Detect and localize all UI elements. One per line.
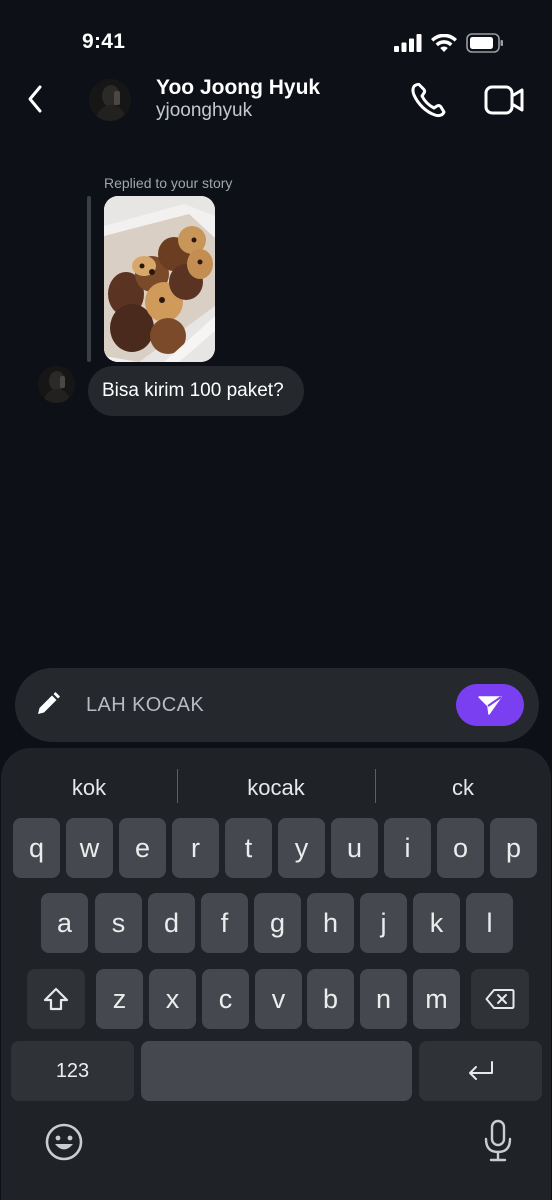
contact-username[interactable]: yjoonghyuk — [156, 100, 252, 122]
suggestion-divider — [375, 769, 376, 803]
message-input[interactable] — [86, 690, 436, 720]
key-s[interactable]: s — [95, 893, 142, 953]
backspace-key[interactable] — [471, 969, 529, 1029]
suggestion-1[interactable]: kok — [10, 772, 168, 804]
key-l[interactable]: l — [466, 893, 513, 953]
pencil-icon[interactable] — [34, 690, 62, 718]
key-r[interactable]: r — [172, 818, 219, 878]
key-h[interactable]: h — [307, 893, 354, 953]
backspace-icon — [485, 989, 515, 1009]
shift-icon — [43, 987, 69, 1011]
call-button[interactable] — [408, 80, 450, 120]
key-c[interactable]: c — [202, 969, 249, 1029]
emoji-icon — [45, 1123, 83, 1161]
space-key[interactable] — [141, 1041, 412, 1101]
signal-icon — [394, 34, 422, 52]
send-button[interactable] — [456, 684, 524, 726]
return-icon — [468, 1061, 493, 1080]
key-d[interactable]: d — [148, 893, 195, 953]
return-key[interactable] — [419, 1041, 542, 1101]
contact-name[interactable]: Yoo Joong Hyuk — [156, 76, 320, 100]
back-button[interactable] — [18, 82, 52, 116]
key-j[interactable]: j — [360, 893, 407, 953]
key-v[interactable]: v — [255, 969, 302, 1029]
key-m[interactable]: m — [413, 969, 460, 1029]
key-k[interactable]: k — [413, 893, 460, 953]
key-b[interactable]: b — [307, 969, 354, 1029]
key-z[interactable]: z — [96, 969, 143, 1029]
key-e[interactable]: e — [119, 818, 166, 878]
story-thumbnail[interactable] — [104, 196, 215, 362]
key-q[interactable]: q — [13, 818, 60, 878]
phone-icon — [411, 82, 446, 118]
message-bubble[interactable]: Bisa kirim 100 paket? — [88, 366, 304, 416]
microphone-icon — [484, 1119, 512, 1162]
sender-avatar[interactable] — [38, 366, 75, 403]
key-p[interactable]: p — [490, 818, 537, 878]
key-g[interactable]: g — [254, 893, 301, 953]
replied-to-story-label: Replied to your story — [104, 175, 233, 191]
key-w[interactable]: w — [66, 818, 113, 878]
key-a[interactable]: a — [41, 893, 88, 953]
suggestion-3[interactable]: ck — [384, 772, 542, 804]
key-t[interactable]: t — [225, 818, 272, 878]
key-o[interactable]: o — [437, 818, 484, 878]
video-call-button[interactable] — [482, 80, 526, 120]
key-i[interactable]: i — [384, 818, 431, 878]
status-icons — [394, 33, 504, 53]
emoji-button[interactable] — [44, 1122, 84, 1162]
wifi-icon — [431, 33, 457, 52]
reply-indicator-line — [87, 196, 91, 362]
numbers-key[interactable]: 123 — [11, 1041, 134, 1101]
microphone-button[interactable] — [480, 1118, 516, 1164]
status-time: 9:41 — [82, 30, 126, 53]
key-n[interactable]: n — [360, 969, 407, 1029]
suggestion-2[interactable]: kocak — [186, 772, 366, 804]
shift-key[interactable] — [27, 969, 85, 1029]
video-camera-icon — [484, 85, 524, 115]
send-icon — [478, 696, 502, 715]
key-x[interactable]: x — [149, 969, 196, 1029]
key-u[interactable]: u — [331, 818, 378, 878]
key-y[interactable]: y — [278, 818, 325, 878]
battery-icon — [466, 33, 503, 53]
chevron-left-icon — [28, 85, 42, 113]
message-text: Bisa kirim 100 paket? — [102, 380, 284, 401]
suggestion-divider — [177, 769, 178, 803]
key-f[interactable]: f — [201, 893, 248, 953]
contact-avatar[interactable] — [89, 79, 131, 121]
